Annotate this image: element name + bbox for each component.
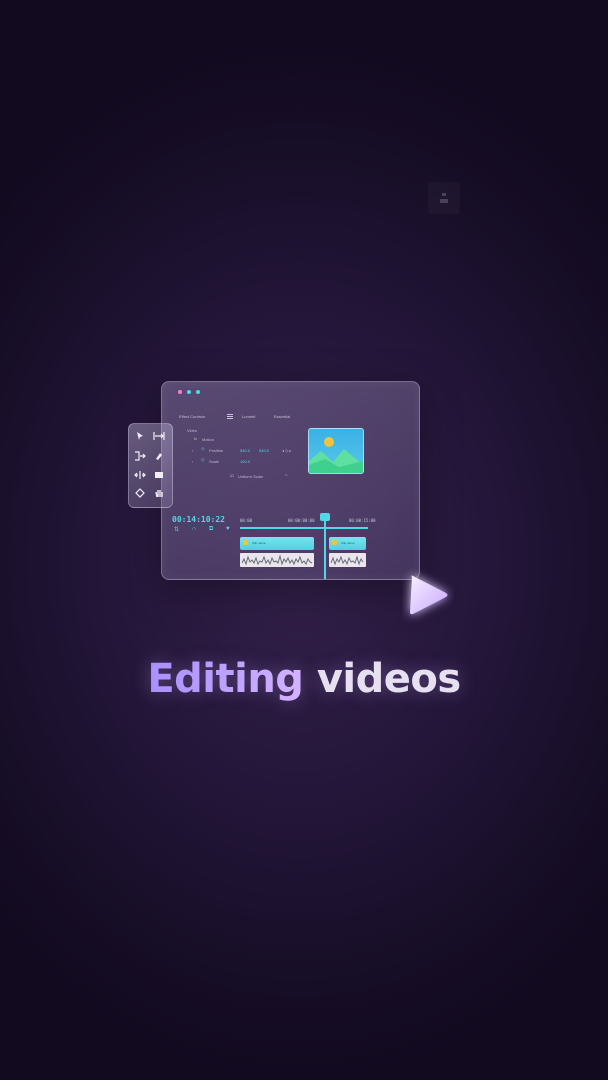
window-dots [178,390,200,394]
snap-magnet-icon[interactable]: ∩ [192,526,196,532]
section-video: Video [187,428,198,433]
fx-icon: fx [194,436,198,441]
tab-effect-controls[interactable]: Effect Controls [179,414,205,419]
track-select-icon[interactable] [153,430,165,442]
playhead[interactable] [324,515,326,579]
window-dot [196,390,200,394]
timecode[interactable]: 00:14:10:22 [172,515,225,524]
nest-icon[interactable]: ⇅ [174,526,179,533]
hand-icon[interactable] [153,487,165,499]
editor-window: Effect Controls Lumetri Essential Video … [161,381,420,580]
expand-arrow-icon[interactable]: › [192,459,193,464]
tab-lumetri[interactable]: Lumetri [242,414,255,419]
clip-label: Clip name [252,541,266,545]
ruler-label: 00:00:00:00 [288,518,315,523]
linked-selection-icon[interactable]: ⧉ [209,526,213,533]
video-clip[interactable]: Clip name [329,537,366,550]
selection-tool-icon[interactable] [134,430,146,442]
audio-waveform[interactable] [329,553,366,567]
image-icon [308,428,364,474]
expand-arrow-icon[interactable]: › [192,448,193,453]
uniform-scale-label: Uniform Scale [238,474,264,479]
video-clip[interactable]: Clip name [240,537,314,550]
motion-label: Motion [202,437,215,442]
keyframe-nav-icon[interactable]: ◂ ◇ ▸ [282,448,291,453]
tool-palette [128,423,173,508]
tab-essential[interactable]: Essential [274,414,290,419]
headline-accent: Editing [147,656,304,702]
scale-value[interactable]: 100.0 [240,459,250,464]
audio-waveform[interactable] [240,553,314,567]
fx-badge-icon [332,540,337,545]
headline: Editing videos [0,656,608,702]
rectangle-icon[interactable] [153,469,165,481]
razor-icon[interactable] [134,487,146,499]
stopwatch-icon[interactable]: ◷ [201,446,205,451]
ruler-label: 00:00:15:00 [349,518,376,523]
reset-icon[interactable]: ⌂ [285,472,287,477]
menu-icon[interactable] [227,413,233,420]
window-dot [187,390,191,394]
ruler-label: 00:00 [240,518,253,523]
clip-label: Clip name [341,541,355,545]
window-dot [178,390,182,394]
scale-label: Scale [209,459,220,464]
slip-icon[interactable] [134,469,146,481]
tools-icon [428,182,460,214]
position-label: Position [209,448,224,453]
headline-rest: videos [303,656,461,702]
marker-icon[interactable]: ♥ [226,526,230,532]
stopwatch-icon[interactable]: ◷ [201,457,205,462]
fx-badge-icon [243,540,248,545]
position-y-value[interactable]: 540.0 [259,448,269,453]
position-x-value[interactable]: 540.0 [240,448,250,453]
checkbox-icon[interactable]: ☑ [230,473,234,478]
ruler-track [240,527,368,529]
pen-icon[interactable] [153,450,165,462]
ripple-edit-icon[interactable] [134,450,146,462]
play-icon[interactable] [402,567,454,623]
